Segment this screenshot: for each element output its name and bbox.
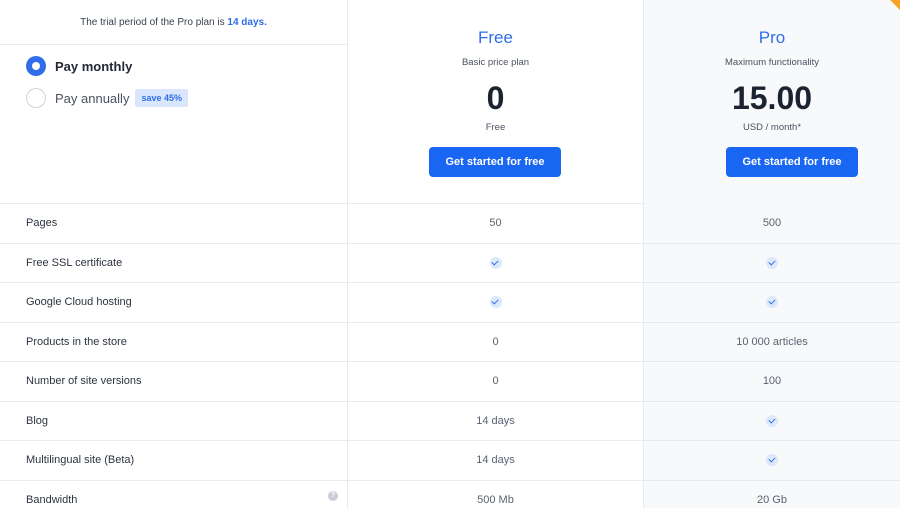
table-row: Free SSL certificate (0, 243, 900, 283)
pay-monthly-label: Pay monthly (55, 58, 133, 74)
feature-pro-value (644, 441, 900, 480)
feature-free-value (348, 243, 644, 282)
save-badge: save 45% (135, 89, 188, 107)
plan-pro-unit: USD / month* (742, 122, 802, 133)
feature-free-text: 0 (492, 335, 499, 348)
feature-free-text: 0 (492, 375, 499, 388)
trial-notice: The trial period of the Pro plan is 14 d… (0, 0, 347, 45)
feature-label: Bandwidth (0, 480, 348, 508)
feature-pro-text: 100 (762, 375, 782, 388)
plan-free-name: Free (478, 28, 513, 47)
feature-label: Free SSL certificate (0, 243, 348, 282)
table-row: Blog 14 days (0, 401, 900, 441)
check-icon (766, 296, 778, 309)
trial-text: The trial period of the Pro plan is (80, 17, 228, 28)
pay-annually-option[interactable]: Pay annually save 45% (26, 88, 188, 108)
feature-free-value: 0 (348, 362, 644, 401)
feature-label: Multilingual site (Beta) (0, 441, 348, 480)
feature-label: Products in the store (0, 322, 348, 361)
corner-ribbon (890, 0, 900, 10)
feature-pro-text: 500 (762, 217, 782, 230)
feature-label: Pages (0, 204, 348, 243)
feature-pro-value: 20 Gb (644, 480, 900, 508)
feature-free-value: 14 days (348, 441, 644, 480)
table-row: Pages 50 500 (0, 204, 900, 244)
free-get-started-button[interactable]: Get started for free (429, 147, 561, 177)
feature-pro-value: 100 (644, 362, 900, 401)
pay-annually-radio[interactable] (26, 88, 46, 108)
plan-free-subtitle: Basic price plan (461, 57, 530, 68)
plan-pro-price: 15.00 (731, 80, 813, 116)
plan-free-price: 0 (486, 80, 505, 116)
plan-pro-subtitle: Maximum functionality (725, 57, 819, 68)
pro-get-started-button[interactable]: Get started for free (726, 147, 858, 177)
feature-pro-value: 500 (644, 204, 900, 243)
check-icon (766, 454, 778, 467)
trial-days: 14 days. (227, 17, 267, 28)
check-icon (766, 414, 778, 427)
plan-free-unit: Free (485, 122, 506, 133)
plan-pro-name: Pro (758, 28, 786, 47)
feature-free-text: 14 days (476, 454, 515, 467)
feature-free-value: 0 (348, 322, 644, 361)
pay-monthly-radio[interactable] (26, 56, 46, 76)
feature-pro-text: 20 Gb (757, 493, 787, 506)
plan-free: Free Basic price plan 0 Free Get started… (348, 0, 644, 204)
feature-free-text: 50 (489, 217, 502, 230)
info-icon[interactable]: ? (328, 490, 338, 501)
feature-table: Pages 50 500 Free SSL certificate Google Clo… (0, 204, 900, 508)
table-row: Products in the store 0 10 000 articles (0, 322, 900, 362)
pricing-header: The trial period of the Pro plan is 14 d… (0, 0, 900, 204)
feature-pro-value (644, 401, 900, 440)
table-row: Multilingual site (Beta) 14 days (0, 441, 900, 481)
check-icon (489, 256, 502, 269)
feature-pro-value (644, 283, 900, 322)
feature-pro-text: 10 000 articles (736, 335, 808, 348)
billing-options: The trial period of the Pro plan is 14 d… (0, 0, 348, 204)
feature-label: Blog (0, 401, 348, 440)
plan-pro: Pro Maximum functionality 15.00 USD / mo… (644, 0, 900, 204)
feature-label: Number of site versions (0, 362, 348, 401)
table-row: Number of site versions 0 100 (0, 362, 900, 402)
feature-free-value (348, 283, 644, 322)
feature-pro-value: 10 000 articles (644, 322, 900, 361)
feature-free-text: 500 Mb (477, 493, 514, 506)
check-icon (489, 296, 502, 309)
table-row: Google Cloud hosting (0, 283, 900, 323)
feature-free-value: 50 (348, 204, 644, 243)
pay-annually-label: Pay annually (55, 90, 130, 106)
feature-label: Google Cloud hosting (0, 283, 348, 322)
check-icon (766, 256, 778, 269)
feature-free-value: 500 Mb (348, 480, 644, 508)
table-row: Bandwidth? 500 Mb 20 Gb (0, 480, 900, 508)
feature-pro-value (644, 243, 900, 282)
feature-free-value: 14 days (348, 401, 644, 440)
feature-free-text: 14 days (476, 414, 515, 427)
pay-monthly-option[interactable]: Pay monthly (26, 56, 132, 76)
